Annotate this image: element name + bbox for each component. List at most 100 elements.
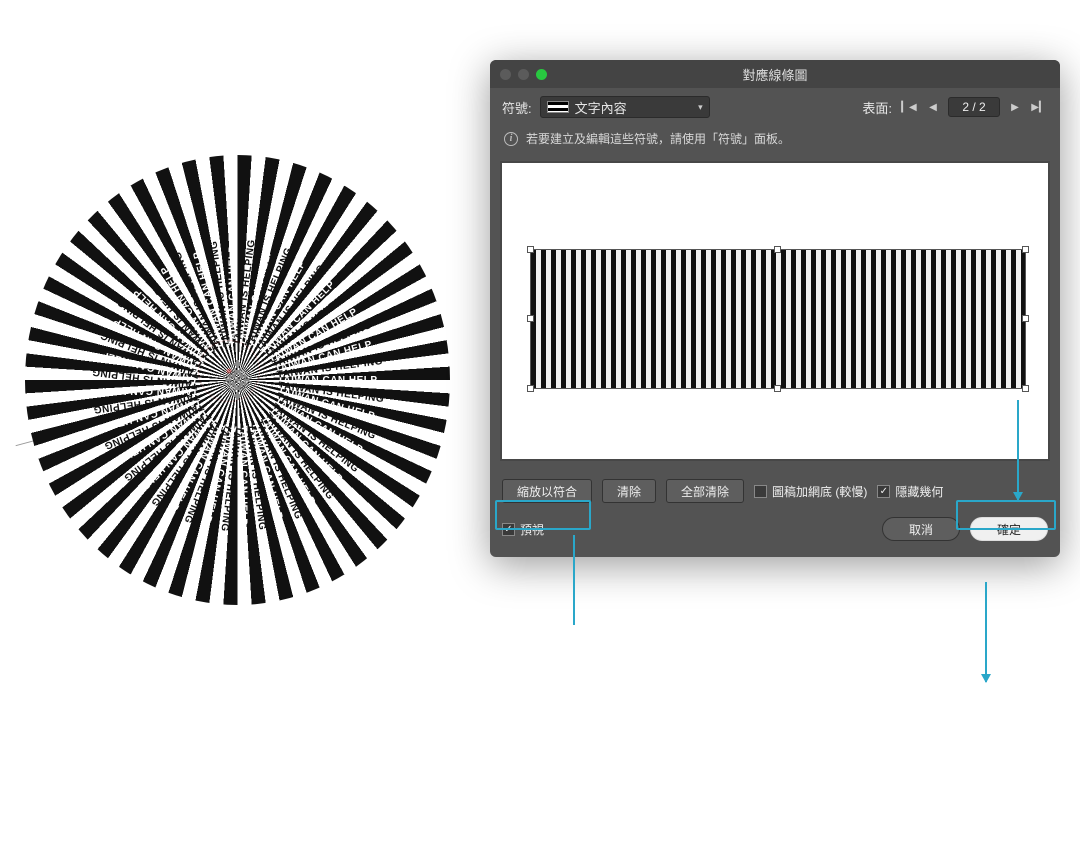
spoke-text: TAIWAN CAN HELP	[99, 349, 199, 386]
map-art-dialog: 對應線條圖 符號: 文字內容 ▾ 表面: ▎◀ ◀ 2 / 2 ▶ ▶▎ i 若…	[490, 60, 1060, 557]
info-icon: i	[504, 132, 518, 146]
titlebar: 對應線條圖	[490, 60, 1060, 88]
spoke-text: TAIWAN IS HELPING	[92, 390, 199, 415]
hide-geometry-label: 隱藏幾何	[895, 483, 943, 500]
preview-area	[500, 161, 1050, 461]
checkbox-icon	[754, 485, 767, 498]
spoke-text: TAIWAN IS HELPING	[274, 391, 377, 442]
spoke-text: TAIWAN IS HELPING	[98, 329, 201, 380]
dialog-title: 對應線條圖	[490, 65, 1060, 84]
spoke-text: TAIWAN IS HELPING	[208, 240, 233, 347]
spoke-text: TAIWAN IS HELPING	[115, 296, 206, 370]
spoke-text: TAIWAN CAN HELP	[265, 406, 344, 485]
spoke-text: TAIWAN IS HELPING	[277, 380, 384, 405]
spoke-text: TAIWAN CAN HELP	[237, 426, 248, 526]
clear-all-button[interactable]: 全部清除	[666, 479, 744, 503]
cancel-button[interactable]: 取消	[882, 517, 960, 541]
chevron-down-icon: ▾	[698, 102, 703, 113]
callout-arrow-icon	[573, 535, 575, 625]
traffic-zoom[interactable]	[536, 69, 547, 80]
spoke-text: TAIWAN CAN HELP	[267, 306, 359, 366]
pattern-fill	[531, 250, 1025, 388]
spoke-text: TAIWAN CAN HELP	[97, 385, 197, 396]
spoke-text: TAIWAN CAN HELP	[167, 420, 227, 512]
shade-artwork-label: 圖稿加網底 (較慢)	[772, 483, 867, 500]
spoke-text: TAIWAN CAN HELP	[191, 250, 228, 350]
spoke-text: TAIWAN IS HELPING	[121, 409, 212, 483]
pager-first-icon[interactable]: ▎◀	[900, 98, 918, 116]
spoke-text: TAIWAN CAN HELP	[158, 264, 218, 356]
spoke-text: TAIWAN CAN HELP	[116, 405, 208, 465]
spoke-text: TAIWAN CAN HELP	[238, 247, 275, 347]
symbol-label: 符號:	[502, 98, 532, 117]
spoke-text: TAIWAN IS HELPING	[148, 417, 222, 508]
button-row-primary: 縮放以符合 清除 全部清除 圖稿加網底 (較慢) 隱藏幾何	[490, 473, 1060, 509]
surface-pager: ▎◀ ◀ 2 / 2 ▶ ▶▎	[900, 97, 1048, 117]
radial-text-disc: TAIWAN CAN HELPTAIWAN IS HELPINGTAIWAN C…	[25, 155, 450, 605]
pager-prev-icon[interactable]: ◀	[924, 98, 942, 116]
spoke-text: TAIWAN IS HELPING	[181, 422, 232, 525]
scale-to-fit-button[interactable]: 縮放以符合	[502, 479, 592, 503]
handle-icon[interactable]	[527, 385, 534, 392]
preview-checkbox[interactable]: 預視	[502, 521, 544, 538]
spoke-text: TAIWAN CAN HELP	[131, 286, 210, 365]
spoke-text: TAIWAN CAN HELP	[278, 375, 378, 386]
handle-icon[interactable]	[1022, 385, 1029, 392]
handle-icon[interactable]	[527, 246, 534, 253]
spoke-text: TAIWAN CAN HELP	[248, 259, 308, 351]
spoke-text: TAIWAN IS HELPING	[172, 250, 223, 353]
shade-artwork-checkbox[interactable]: 圖稿加網底 (較慢)	[754, 483, 867, 500]
symbol-dropdown[interactable]: 文字內容 ▾	[540, 96, 710, 118]
spoke-text: TAIWAN IS HELPING	[269, 402, 360, 476]
spoke-text: TAIWAN CAN HELP	[276, 386, 376, 423]
spoke-text: TAIWAN IS HELPING	[270, 320, 373, 371]
callout-arrow-icon	[1017, 400, 1019, 500]
handle-icon[interactable]	[774, 246, 781, 253]
callout-arrow-icon	[985, 582, 987, 682]
spoke-text: TAIWAN CAN HELP	[258, 279, 337, 358]
ok-button[interactable]: 確定	[970, 517, 1048, 541]
handle-icon[interactable]	[774, 385, 781, 392]
spoke-text: TAIWAN IS HELPING	[243, 246, 294, 349]
mapped-art-preview[interactable]	[530, 249, 1026, 389]
clear-button[interactable]: 清除	[602, 479, 656, 503]
spoke-text: TAIWAN IS HELPING	[140, 269, 214, 360]
button-row-footer: 預視 取消 確定	[490, 509, 1060, 557]
spoke-text: TAIWAN IS HELPING	[252, 418, 303, 521]
spoke-text: TAIWAN IS HELPING	[263, 288, 354, 362]
spoke-text: TAIWAN IS HELPING	[102, 400, 205, 451]
info-text: 若要建立及編輯這些符號，請使用「符號」面板。	[526, 130, 790, 147]
spoke-text: TAIWAN CAN HELP	[227, 245, 238, 345]
spoke-text: TAIWAN CAN HELP	[138, 413, 217, 492]
traffic-minimize[interactable]	[518, 69, 529, 80]
spoke-text: TAIWAN IS HELPING	[261, 411, 335, 502]
symbol-selected-name: 文字內容	[575, 98, 627, 117]
spoke-text: TAIWAN IS HELPING	[232, 239, 257, 346]
window-controls	[500, 69, 547, 80]
handle-icon[interactable]	[1022, 246, 1029, 253]
spoke-text: TAIWAN CAN HELP	[273, 339, 373, 376]
spoke-text: TAIWAN CAN HELP	[247, 421, 284, 521]
hide-geometry-checkbox[interactable]: 隱藏幾何	[877, 483, 943, 500]
handle-icon[interactable]	[1022, 315, 1029, 322]
info-row: i 若要建立及編輯這些符號，請使用「符號」面板。	[490, 126, 1060, 157]
spoke-text: TAIWAN IS HELPING	[276, 356, 383, 381]
pager-next-icon[interactable]: ▶	[1006, 98, 1024, 116]
spoke-text: TAIWAN IS HELPING	[242, 424, 267, 531]
spoke-text: TAIWAN IS HELPING	[254, 263, 328, 354]
spoke-text: TAIWAN IS HELPING	[91, 366, 198, 391]
checkbox-icon	[877, 485, 890, 498]
spoke-text: TAIWAN CAN HELP	[102, 395, 202, 432]
spoke-text: TAIWAN CAN HELP	[111, 315, 203, 375]
checkbox-icon	[502, 523, 515, 536]
handle-icon[interactable]	[527, 315, 534, 322]
traffic-close[interactable]	[500, 69, 511, 80]
symbol-swatch-icon	[547, 101, 569, 113]
spoke-text: TAIWAN IS HELPING	[218, 425, 243, 532]
spoke-text: TAIWAN CAN HELP	[201, 424, 238, 524]
spoke-text: TAIWAN CAN HELP	[272, 396, 364, 456]
pager-value[interactable]: 2 / 2	[948, 97, 1000, 117]
preview-label: 預視	[520, 521, 544, 538]
toolbar: 符號: 文字內容 ▾ 表面: ▎◀ ◀ 2 / 2 ▶ ▶▎	[490, 88, 1060, 126]
pager-last-icon[interactable]: ▶▎	[1030, 98, 1048, 116]
